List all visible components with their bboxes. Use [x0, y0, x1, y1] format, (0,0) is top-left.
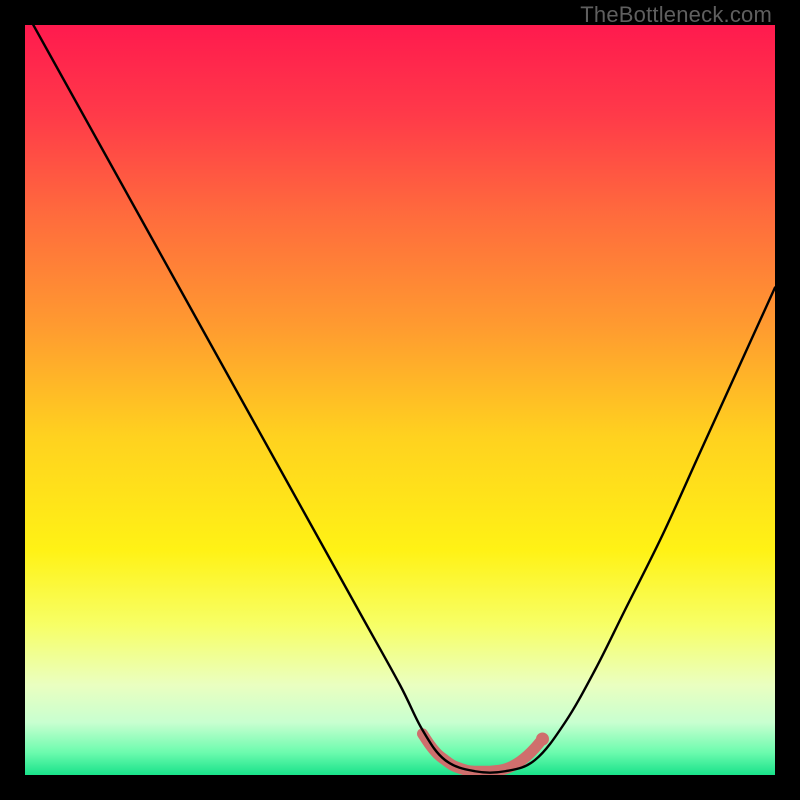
- watermark-label: TheBottleneck.com: [580, 2, 772, 28]
- chart-curves-layer: [25, 25, 775, 775]
- bottleneck-curve: [25, 25, 775, 773]
- optimal-band-end-dot: [536, 733, 549, 746]
- chart-plot-area: [25, 25, 775, 775]
